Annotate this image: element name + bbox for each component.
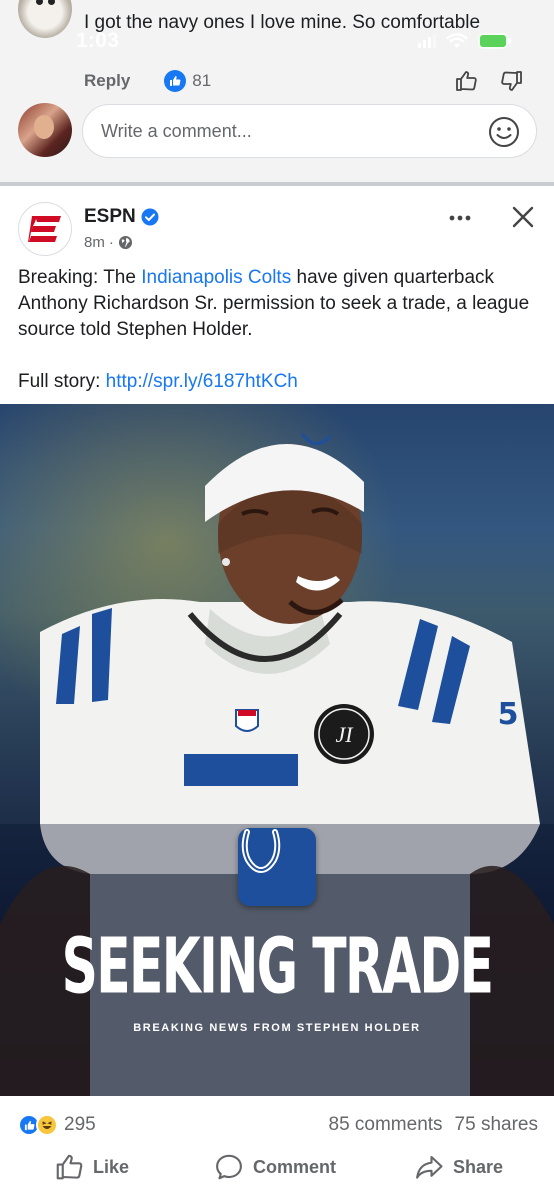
meta-dot: · <box>108 234 114 251</box>
espn-avatar[interactable] <box>18 202 72 256</box>
comment-bubble-icon <box>216 1154 242 1180</box>
downvote-icon[interactable] <box>500 69 524 93</box>
emoji-icon[interactable] <box>488 116 520 148</box>
battery-charging-icon <box>478 33 511 49</box>
share-arrow-icon <box>416 1155 443 1179</box>
globe-icon <box>118 235 132 250</box>
current-user-avatar[interactable] <box>18 103 72 157</box>
share-button-label: Share <box>453 1156 504 1177</box>
haha-reaction-icon <box>36 1114 58 1136</box>
post-message: Breaking: The Indianapolis Colts have gi… <box>18 267 530 340</box>
like-reaction-icon <box>164 70 187 92</box>
comments-count[interactable]: 85 comments <box>329 1114 443 1136</box>
image-subline: BREAKING NEWS FROM STEPHEN HOLDER <box>133 1022 421 1034</box>
like-count: 81 <box>192 71 212 90</box>
memorial-patch: JI <box>335 722 354 747</box>
wifi-icon <box>446 33 468 48</box>
horseshoe-icon <box>241 829 281 874</box>
status-bar-time: 1:03 <box>76 29 120 52</box>
post-timestamp[interactable]: 8m <box>84 234 105 251</box>
post-header: ESPN 8m · <box>0 182 554 260</box>
espn-logo-icon <box>28 216 61 242</box>
comment-input[interactable]: Write a comment... <box>82 104 537 158</box>
comment-like-count[interactable]: 81 <box>164 70 211 92</box>
share-button[interactable]: Share <box>414 1152 503 1182</box>
page-name[interactable]: ESPN <box>84 206 159 228</box>
comment-input-placeholder: Write a comment... <box>101 121 252 141</box>
reaction-icons[interactable] <box>18 1114 58 1136</box>
cellular-signal-icon <box>418 34 436 48</box>
commenter-avatar[interactable] <box>18 0 72 38</box>
thumbs-up-icon <box>56 1154 83 1180</box>
reaction-count[interactable]: 295 <box>64 1114 96 1136</box>
post-meta: 8m · <box>84 234 133 251</box>
post-image[interactable]: JI 5 SEEKING TRADE BREAKING NEWS FROM ST… <box>0 404 554 1096</box>
close-icon[interactable] <box>510 204 536 230</box>
full-story-line: Full story: http://spr.ly/6187htKCh <box>18 371 298 392</box>
like-button-label: Like <box>93 1156 130 1177</box>
verified-badge-icon <box>141 208 159 226</box>
full-story-link[interactable]: http://spr.ly/6187htKCh <box>106 371 298 392</box>
colts-horseshoe-logo <box>238 828 316 906</box>
post-action-bar: Like Comment Share <box>0 1146 554 1192</box>
comment-button[interactable]: Comment <box>214 1152 336 1182</box>
status-bar-icons <box>418 33 511 49</box>
image-headline: SEEKING TRADE <box>61 922 494 1012</box>
reactions-summary: 295 85 comments 75 shares <box>18 1111 538 1139</box>
previous-comment-area: I got the navy ones I love mine. So comf… <box>0 0 554 182</box>
jersey-number: 5 <box>498 697 519 732</box>
like-button[interactable]: Like <box>54 1152 129 1182</box>
more-options-icon[interactable] <box>448 206 472 230</box>
shares-count[interactable]: 75 shares <box>455 1114 538 1136</box>
colts-link[interactable]: Indianapolis Colts <box>141 267 291 288</box>
post-text: Breaking: The Indianapolis Colts have gi… <box>18 265 538 421</box>
reply-button[interactable]: Reply <box>84 71 130 91</box>
upvote-icon[interactable] <box>454 69 478 93</box>
comment-button-label: Comment <box>253 1156 337 1177</box>
comment-actions-row: Reply 81 <box>84 68 524 94</box>
page-name-text: ESPN <box>84 206 136 227</box>
